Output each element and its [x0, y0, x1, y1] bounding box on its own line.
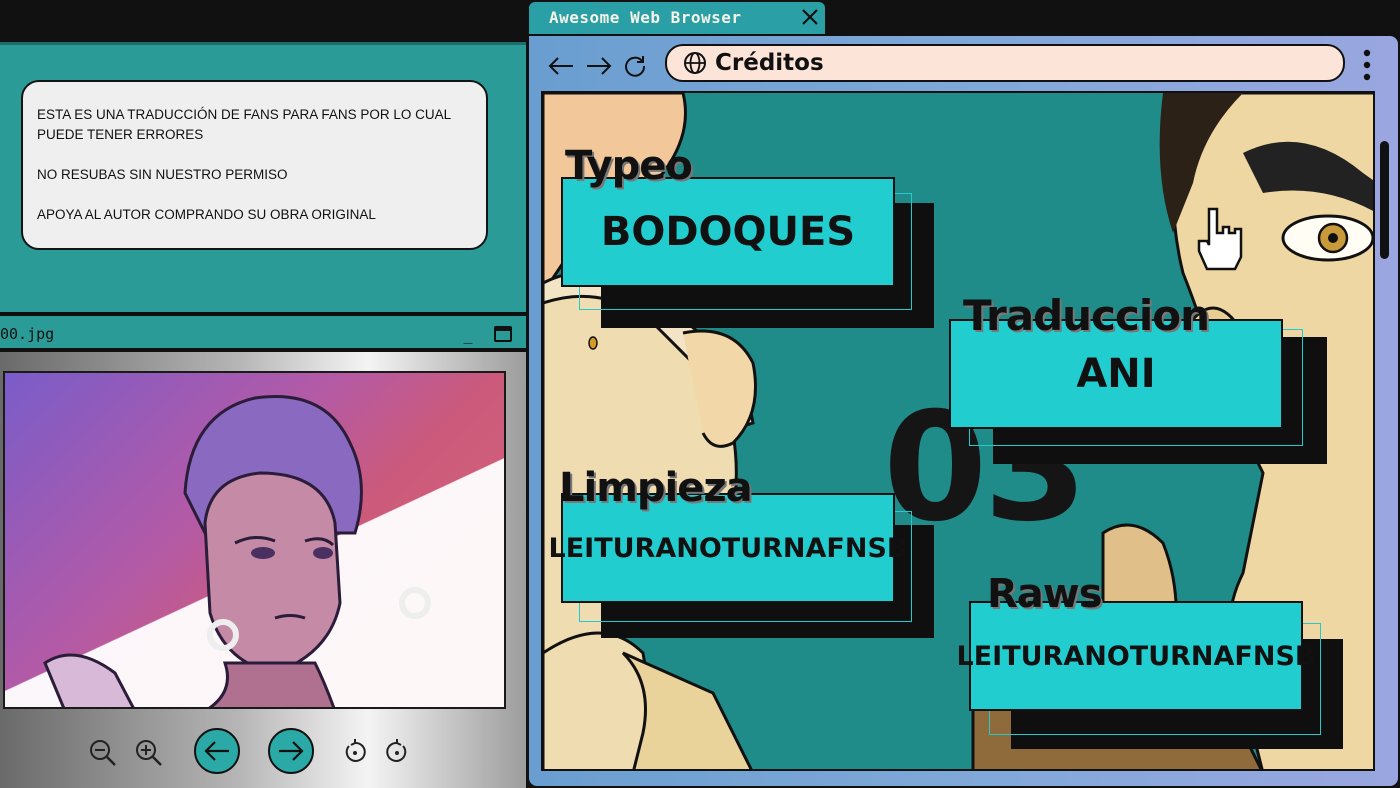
arrow-left-icon	[548, 57, 573, 75]
arrow-right-icon	[587, 57, 612, 75]
rotate-left-icon	[345, 739, 366, 762]
notice-box: ESTA ES UNA TRADUCCIÓN DE FANS PARA FANS…	[21, 80, 488, 250]
maximize-button[interactable]	[494, 326, 512, 342]
kebab-menu-icon[interactable]	[1360, 48, 1374, 82]
typeo-label: Typeo	[565, 143, 693, 189]
rotate-right-icon	[386, 739, 407, 762]
browser-chrome: Créditos 03 BODOQUES Typeo ANI Traduccio…	[527, 34, 1400, 788]
notice-line-1: ESTA ES UNA TRADUCCIÓN DE FANS PARA FANS…	[37, 107, 451, 142]
browser-tab[interactable]: Awesome Web Browser	[527, 0, 827, 34]
next-image-button[interactable]	[268, 728, 314, 774]
limpieza-label: Limpieza	[559, 465, 753, 511]
character-illustration	[43, 394, 431, 707]
typeo-credit: BODOQUES	[561, 177, 895, 287]
browser-tab-title: Awesome Web Browser	[549, 8, 742, 27]
hand-cursor-icon	[1197, 207, 1243, 271]
previous-image-button[interactable]	[194, 728, 240, 774]
minimize-button[interactable]: _	[458, 328, 478, 343]
zoom-in-button[interactable]	[134, 738, 164, 768]
address-text: Créditos	[715, 50, 824, 76]
viewer-filename: 00.jpg	[0, 325, 55, 343]
arrow-right-icon	[279, 741, 304, 761]
rotate-right-button[interactable]	[384, 738, 410, 766]
zoom-out-icon	[90, 740, 116, 766]
globe-icon	[684, 52, 706, 74]
reload-button[interactable]	[621, 52, 649, 80]
scrollbar-thumb[interactable]	[1380, 141, 1389, 259]
image-viewer-body	[0, 352, 526, 788]
browser-window: Awesome Web Browser Créditos 03 BODOQUES…	[527, 0, 1400, 788]
image-viewer-titlebar: 00.jpg _	[0, 316, 526, 350]
scrollbar[interactable]	[1377, 91, 1393, 771]
arrow-left-icon	[204, 741, 229, 761]
zoom-in-icon	[136, 740, 162, 766]
notice-line-3: APOYA AL AUTOR COMPRANDO SU OBRA ORIGINA…	[37, 207, 376, 222]
address-bar[interactable]: Créditos	[665, 44, 1345, 82]
close-tab-icon[interactable]	[799, 6, 821, 28]
back-button[interactable]	[547, 52, 575, 80]
rotate-left-button[interactable]	[342, 738, 368, 766]
raws-label: Raws	[987, 571, 1103, 617]
notice-window: ESTA ES UNA TRADUCCIÓN DE FANS PARA FANS…	[0, 42, 526, 314]
viewer-image	[3, 371, 506, 709]
zoom-out-button[interactable]	[88, 738, 118, 768]
raws-credit: LEITURANOTURNAFNSB	[957, 601, 1315, 711]
forward-button[interactable]	[585, 52, 613, 80]
page-viewport: 03 BODOQUES Typeo ANI Traduccion LEITURA…	[541, 91, 1375, 771]
viewer-toolbar	[0, 724, 526, 780]
reload-icon	[625, 56, 646, 77]
traduccion-label: Traduccion	[963, 291, 1210, 340]
notice-line-2: NO RESUBAS SIN NUESTRO PERMISO	[37, 167, 288, 182]
